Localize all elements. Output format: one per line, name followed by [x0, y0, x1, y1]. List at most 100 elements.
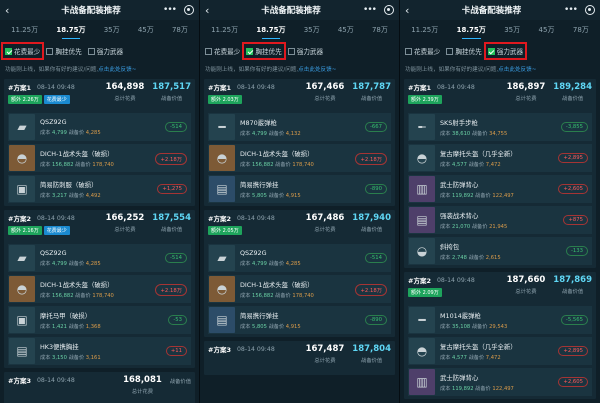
plan-card[interactable]: #方案2 08-14 09:48 额外 2.05万 167,486 总计花费 187,94… — [204, 210, 395, 337]
budget-tab[interactable]: 78万 — [171, 21, 189, 39]
total-cost: 164,898 总计花费 — [106, 82, 145, 102]
filter-checkbox[interactable]: 胸挂优先 — [242, 42, 286, 60]
checkbox-icon[interactable] — [405, 47, 412, 55]
item-meta: 成本 1,421 战备价 1,368 — [40, 323, 191, 330]
equipment-item[interactable]: ▤ 简易携行弹挂 成本 5,805 战备价 4,915 -890 — [208, 306, 391, 334]
budget-tab[interactable]: 45万 — [538, 21, 556, 39]
plan-name: #方案2 — [208, 215, 231, 223]
plan-card[interactable]: #方案3 08-14 09:48 167,487 总计花费 187,804 战备价值 — [204, 341, 395, 375]
equipment-item[interactable]: ▰ QSZ92G 成本 4,799 战备价 4,285 -514 — [208, 244, 391, 272]
plan-name: #方案2 — [8, 215, 31, 223]
equipment-item[interactable]: ▤ HK3便携胸挂 成本 3,150 战备价 3,161 +11 — [8, 337, 191, 365]
item-cost: 2,748 — [452, 254, 467, 261]
feedback-link[interactable]: 点击此处反馈~ — [298, 65, 336, 73]
budget-tab[interactable]: 78万 — [572, 21, 590, 39]
plan-card[interactable]: #方案2 08-14 09:48 额外 2.16万 花费最少 166,252 总计花费 18… — [4, 210, 195, 368]
budget-tab[interactable]: 78万 — [371, 21, 389, 39]
equipment-item[interactable]: ━ M1014霰弹枪 成本 35,108 战备价 29,543 -5,565 — [408, 306, 592, 334]
filter-checkbox[interactable]: 强力武器 — [86, 44, 125, 58]
item-cost: 4,577 — [452, 161, 467, 168]
item-cost: 38,610 — [452, 130, 471, 137]
budget-tab[interactable]: 11.25万 — [10, 21, 39, 39]
checkbox-icon[interactable] — [87, 47, 95, 55]
plan-card[interactable]: #方案1 08-14 09:48 额外 2.03万 167,466 总计花费 187,78… — [204, 79, 395, 206]
item-cost: 3,217 — [52, 192, 67, 199]
screenshot-root: ‹ 卡战备配装推荐 ••• 11.25万 18.75万 35万 45万 78万 花费最少 胸挂优先… — [0, 0, 600, 403]
item-value: 7,472 — [485, 161, 501, 168]
filter-checkbox[interactable]: 花费最少 — [0, 42, 45, 60]
total-cost: 186,897 总计花费 — [507, 82, 546, 102]
budget-tab[interactable]: 35万 — [503, 21, 521, 39]
equipment-item[interactable]: ╾ SKS射手步枪 成本 38,610 战备价 34,755 -3,855 — [408, 113, 592, 141]
checkbox-icon[interactable] — [287, 47, 295, 55]
total-value-label: 战备价值 — [361, 96, 383, 102]
filter-checkbox[interactable]: 胸挂优先 — [44, 44, 83, 58]
feedback-link[interactable]: 点击此处反馈~ — [498, 65, 536, 73]
budget-tab[interactable]: 35万 — [303, 21, 321, 39]
checkbox-icon[interactable] — [246, 47, 254, 55]
budget-tab[interactable]: 18.75万 — [255, 21, 286, 39]
checkbox-icon[interactable] — [205, 47, 212, 55]
equipment-item[interactable]: ▰ QSZ92G 成本 4,799 战备价 4,285 -514 — [8, 113, 191, 141]
plan-badge: 额外 2.39万 — [408, 95, 442, 104]
plan-card[interactable]: #方案1 08-14 09:48 额外 2.26万 花费最少 164,898 总计花费 18… — [4, 79, 195, 206]
equipment-item[interactable]: ◓ DICH-1战术头盔（破损） 成本 156,882 战备价 178,740 +2.… — [208, 275, 391, 303]
equipment-item[interactable]: ▥ 武士防弹背心 成本 119,892 战备价 122,497 +2,605 — [408, 175, 592, 203]
more-dots-icon[interactable]: ••• — [163, 5, 177, 15]
filter-checkbox[interactable]: 胸挂优先 — [444, 44, 483, 58]
filter-checkbox[interactable]: 花费最少 — [203, 44, 242, 58]
equipment-item[interactable]: ◓ DICH-1战术头盔（破损） 成本 156,882 战备价 178,740 +2.… — [8, 275, 191, 303]
equipment-item[interactable]: ▣ 摩托马甲（破损） 成本 1,421 战备价 1,368 -53 — [8, 306, 191, 334]
equipment-item[interactable]: ▤ 简易携行弹挂 成本 5,805 战备价 4,915 -890 — [208, 175, 391, 203]
checkbox-icon[interactable] — [446, 47, 454, 55]
filter-checkbox[interactable]: 花费最少 — [403, 44, 442, 58]
total-cost-label: 总计花费 — [515, 289, 537, 295]
equipment-item[interactable]: ▥ 武士防弹背心 成本 119,892 战备价 122,497 +2,605 — [408, 368, 592, 396]
budget-tab[interactable]: 45万 — [337, 21, 355, 39]
plan-date: 08-14 09:48 — [36, 83, 75, 91]
filter-label: 强力武器 — [296, 48, 324, 56]
equipment-item[interactable]: ━ M870霰弹枪 成本 4,799 战备价 4,132 -667 — [208, 113, 391, 141]
back-arrow-icon[interactable]: ‹ — [5, 4, 19, 17]
equipment-item[interactable]: ◓ DICH-1战术头盔（破损） 成本 156,882 战备价 178,740 +2.… — [208, 144, 391, 172]
budget-tab[interactable]: 11.25万 — [410, 21, 439, 39]
equipment-item[interactable]: ◓ 复古摩托头盔（几乎全新） 成本 4,577 战备价 7,472 +2,895 — [408, 337, 592, 365]
filter-checkbox[interactable]: 强力武器 — [483, 42, 528, 60]
plan-card[interactable]: #方案2 08-14 09:48 额外 2.09万 187,660 总计花费 187,86… — [404, 272, 596, 399]
cost-label: 成本 — [240, 161, 251, 168]
equipment-item[interactable]: ◒ 斜挎包 成本 2,748 战备价 2,615 -133 — [408, 237, 592, 265]
checkbox-icon[interactable] — [46, 47, 54, 55]
budget-tab[interactable]: 18.75万 — [55, 21, 86, 39]
filter-checkbox[interactable]: 强力武器 — [286, 44, 325, 58]
cost-label: 成本 — [40, 130, 51, 136]
item-value: 29,543 — [489, 323, 508, 330]
total-value: 187,787 战备价值 — [352, 82, 391, 102]
target-icon[interactable] — [183, 5, 194, 15]
equipment-item[interactable]: ◓ 复古摩托头盔（几乎全新） 成本 4,577 战备价 7,472 +2,895 — [408, 144, 592, 172]
back-arrow-icon[interactable]: ‹ — [405, 4, 419, 17]
plan-date: 08-14 09:48 — [436, 276, 475, 284]
target-icon[interactable] — [584, 5, 595, 15]
equipment-item[interactable]: ▰ QSZ92G 成本 4,799 战备价 4,285 -514 — [8, 244, 191, 272]
page-title: 卡战备配装推荐 — [261, 6, 321, 16]
feedback-link[interactable]: 点击此处反馈~ — [98, 65, 136, 73]
budget-tab[interactable]: 11.25万 — [210, 21, 239, 39]
cost-label: 成本 — [240, 292, 251, 299]
checkbox-icon[interactable] — [487, 47, 495, 55]
plan-meta: #方案3 08-14 09:48 — [208, 344, 275, 357]
plan-card[interactable]: #方案3 08-14 09:48 168,081 总计花费 战备价值 — [4, 372, 195, 403]
total-cost-label: 总计花费 — [131, 389, 154, 395]
more-dots-icon[interactable]: ••• — [363, 5, 377, 15]
total-cost-label: 总计花费 — [314, 96, 336, 102]
plan-card[interactable]: #方案1 08-14 09:48 额外 2.39万 186,897 总计花费 189,28… — [404, 79, 596, 268]
equipment-item[interactable]: ◓ DICH-1战术头盔（破损） 成本 156,882 战备价 178,740 +2.… — [8, 144, 191, 172]
equipment-item[interactable]: ▤ 强袭战术背心 成本 21,070 战备价 21,945 +875 — [408, 206, 592, 234]
budget-tab[interactable]: 45万 — [137, 21, 155, 39]
target-icon[interactable] — [383, 5, 394, 15]
equipment-item[interactable]: ▣ 简易防刺服（破损） 成本 3,217 战备价 4,492 +1,275 — [8, 175, 191, 203]
budget-tab[interactable]: 35万 — [103, 21, 121, 39]
checkbox-icon[interactable] — [5, 47, 12, 55]
back-arrow-icon[interactable]: ‹ — [205, 4, 219, 17]
more-dots-icon[interactable]: ••• — [564, 5, 578, 15]
budget-tab[interactable]: 18.75万 — [456, 21, 487, 39]
